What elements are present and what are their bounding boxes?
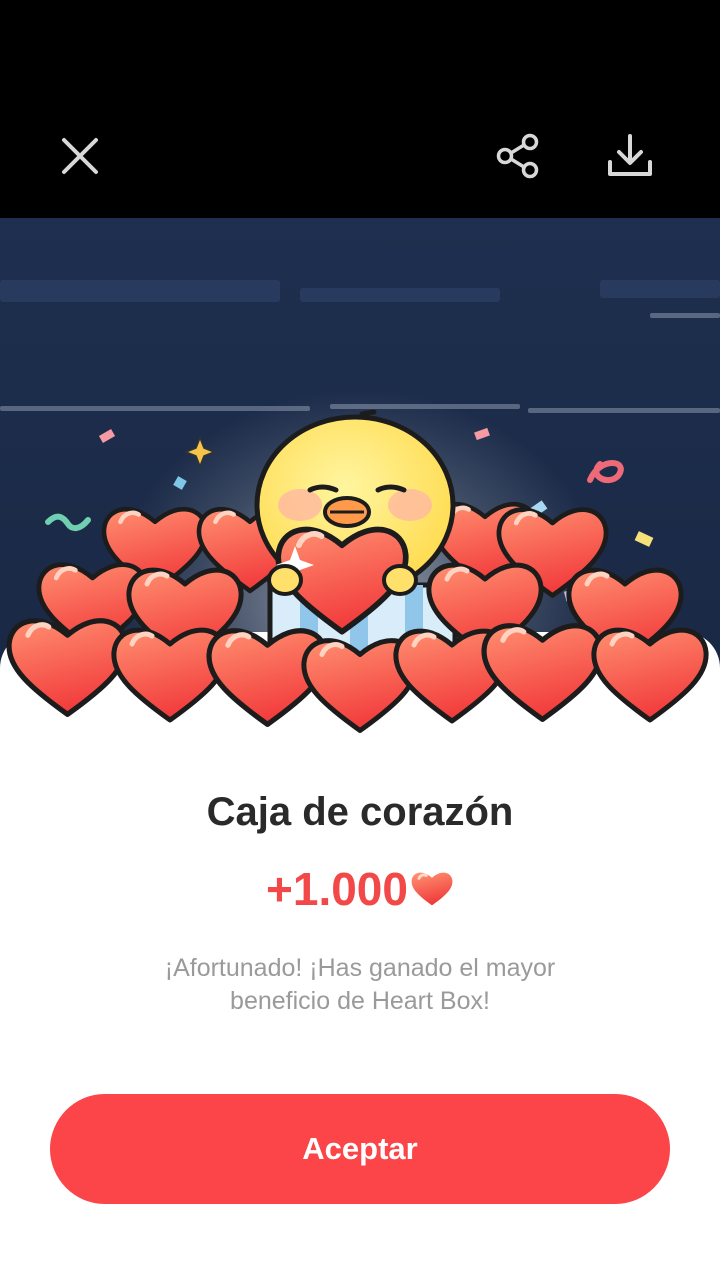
share-button[interactable]: [486, 124, 550, 188]
reward-message: ¡Afortunado! ¡Has ganado el mayor benefi…: [164, 954, 556, 1015]
reward-amount-text: +1.000: [266, 863, 408, 915]
dialog-title: Caja de corazón: [206, 790, 514, 834]
download-icon: [608, 134, 652, 176]
top-toolbar: [0, 0, 720, 218]
close-button[interactable]: [48, 124, 112, 188]
heart-icon: [411, 872, 453, 906]
accept-button-label: Aceptar: [302, 1131, 418, 1166]
download-button[interactable]: [598, 124, 662, 188]
share-icon: [496, 133, 539, 179]
reward-amount: +1.000: [0, 862, 720, 916]
accept-button[interactable]: Aceptar: [50, 1094, 670, 1204]
close-icon: [62, 138, 98, 174]
heart-box-illustration: [0, 409, 720, 760]
